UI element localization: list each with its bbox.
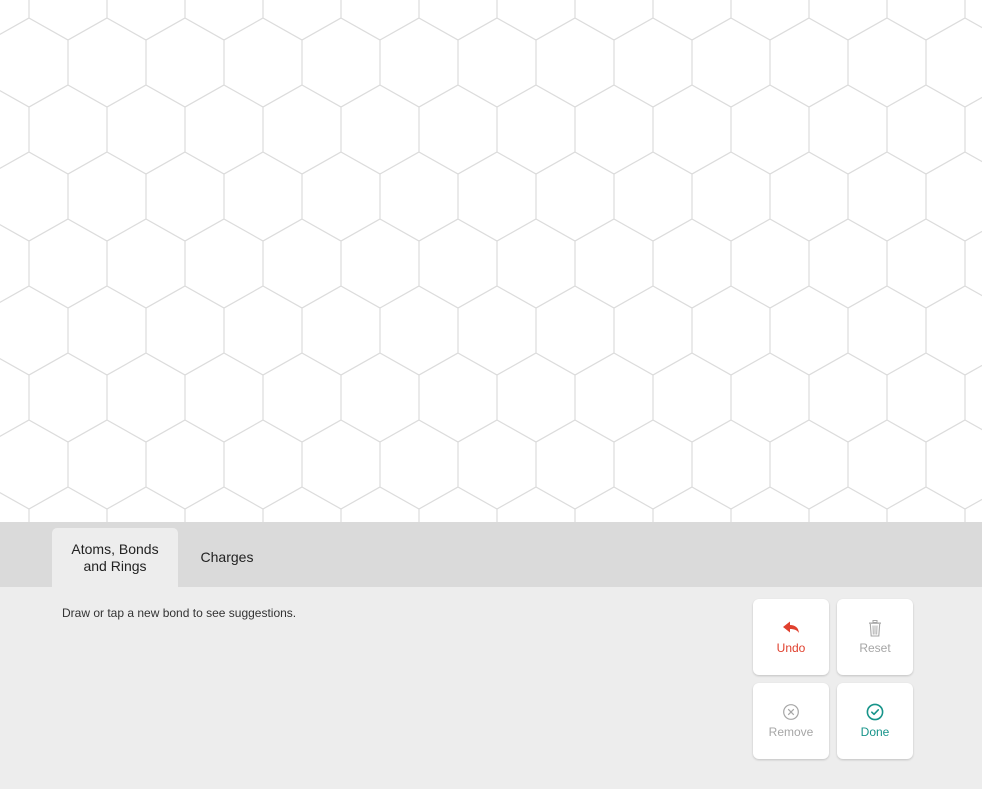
reset-button[interactable]: Reset [837,599,913,675]
done-button[interactable]: Done [837,683,913,759]
tab-bar: Atoms, Bonds and Rings Charges [0,522,982,587]
trash-icon [869,620,881,637]
reset-label: Reset [859,641,891,655]
check-circle-icon [866,703,884,721]
undo-arrow-icon [783,621,799,633]
tab-atoms-bonds-rings[interactable]: Atoms, Bonds and Rings [52,528,178,587]
suggestion-hint: Draw or tap a new bond to see suggestion… [62,606,297,620]
hex-grid-lines [0,0,982,522]
remove-button[interactable]: Remove [753,683,829,759]
hex-grid [0,0,982,522]
remove-label: Remove [768,725,814,739]
done-label: Done [860,725,890,739]
tab-label: Atoms, Bonds and Rings [71,540,159,574]
x-circle-icon [783,704,799,720]
drawing-canvas[interactable] [0,0,982,523]
undo-label: Undo [776,641,806,655]
tool-panel: Draw or tap a new bond to see suggestion… [0,587,982,789]
tab-charges[interactable]: Charges [178,528,276,587]
undo-button[interactable]: Undo [753,599,829,675]
tab-label: Charges [200,549,254,565]
